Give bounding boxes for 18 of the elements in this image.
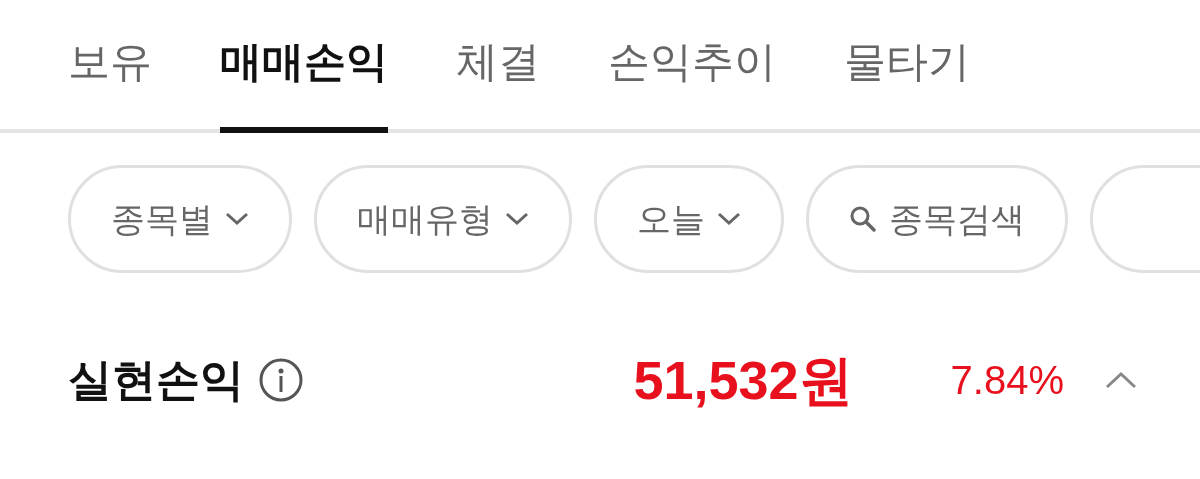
tab[interactable]: 체결 bbox=[456, 30, 540, 133]
chevron-down-icon bbox=[225, 212, 249, 226]
filter-dropdown[interactable]: 오늘 bbox=[594, 165, 784, 273]
chevron-up-icon[interactable] bbox=[1104, 370, 1138, 390]
chevron-down-icon bbox=[717, 212, 741, 226]
realized-pnl-rate: 7.84% bbox=[950, 360, 1064, 400]
search-icon bbox=[849, 205, 877, 233]
tab[interactable]: 보유 bbox=[68, 30, 152, 133]
chevron-down-icon bbox=[505, 212, 529, 226]
tab[interactable]: 손익추이 bbox=[608, 30, 776, 133]
realized-pnl-label: 실현손익 bbox=[68, 358, 244, 402]
filter-dropdown[interactable]: 매매유형 bbox=[314, 165, 572, 273]
realized-pnl-amount: 51,532원 bbox=[633, 353, 853, 407]
search-button[interactable]: 종목검색 bbox=[806, 165, 1068, 273]
filter-dropdown[interactable]: 종목별 bbox=[68, 165, 292, 273]
info-icon[interactable] bbox=[258, 357, 304, 403]
tab[interactable]: 매매손익 bbox=[220, 30, 388, 133]
tab[interactable]: 물타기 bbox=[844, 30, 970, 133]
